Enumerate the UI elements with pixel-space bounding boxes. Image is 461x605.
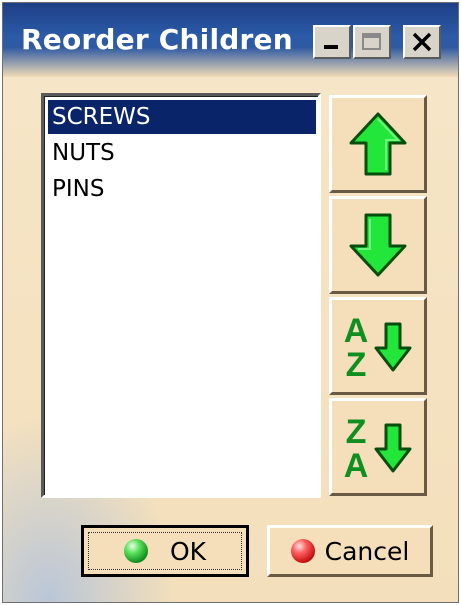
list-item-pins[interactable]: PINS	[48, 172, 316, 206]
red-orb-icon	[290, 539, 315, 563]
sort-za-icon: Z A	[344, 413, 412, 483]
window-title: Reorder Children	[21, 23, 293, 56]
maximize-icon	[362, 33, 381, 50]
sort-az-icon: A Z	[344, 312, 412, 382]
maximize-button[interactable]	[353, 25, 391, 59]
move-down-button[interactable]	[329, 196, 427, 294]
ok-label: OK	[169, 536, 207, 566]
focus-rectangle	[88, 532, 242, 570]
list-item-nuts[interactable]: NUTS	[48, 136, 316, 170]
close-button[interactable]	[403, 25, 441, 59]
list-item-screws[interactable]: SCREWS	[48, 100, 316, 134]
arrow-down-icon	[349, 213, 407, 277]
sort-za-letter-a: A	[344, 447, 369, 483]
title-bar[interactable]: Reorder Children	[3, 3, 458, 77]
sort-az-letter-a: A	[344, 312, 369, 350]
cancel-label: Cancel	[324, 536, 410, 566]
children-list[interactable]: SCREWS NUTS PINS	[41, 93, 321, 498]
close-icon	[412, 32, 432, 52]
minimize-icon	[324, 45, 338, 49]
sort-za-letter-z: Z	[346, 413, 367, 451]
ok-button[interactable]: OK	[81, 525, 249, 577]
sort-descending-button[interactable]: Z A	[329, 398, 427, 496]
reorder-children-dialog: Reorder Children SCREWS NUTS PINS A Z Z …	[2, 2, 459, 603]
minimize-button[interactable]	[313, 25, 351, 59]
arrow-up-icon	[349, 112, 407, 176]
cancel-button[interactable]: Cancel	[267, 525, 433, 577]
sort-az-letter-z: Z	[346, 346, 367, 382]
move-up-button[interactable]	[329, 95, 427, 193]
sort-ascending-button[interactable]: A Z	[329, 297, 427, 395]
